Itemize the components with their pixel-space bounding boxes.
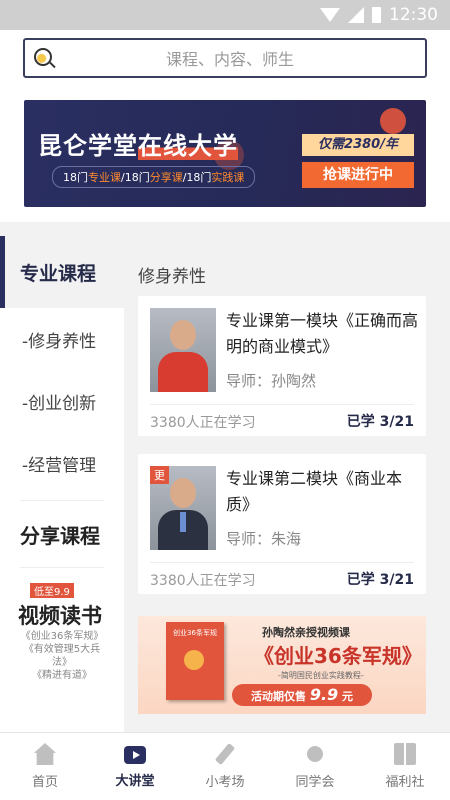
tab-classmates[interactable]: 同学会 [270,733,360,800]
course-teacher: 导师：朱海 [226,530,302,548]
course-progress: 已学 3/21 [346,572,414,588]
card-divider [150,404,414,405]
book-cover-title: 创业36条军规 [173,629,217,637]
battery-icon [372,7,381,23]
update-badge: 更 [150,466,169,484]
course-card[interactable]: 专业课第一模块《正确而高明的商业模式》 导师：孙陶然 3380人正在学习 已学 … [138,296,426,436]
tab-home[interactable]: 首页 [0,733,90,800]
search-placeholder: 课程、内容、师生 [165,50,294,69]
course-teacher: 导师：孙陶然 [226,372,317,390]
butterfly-icon [184,650,204,670]
promo-title: 视频读书 [18,604,102,628]
search-bar: 课程、内容、师生 [0,30,450,86]
tab-exam[interactable]: 小考场 [180,733,270,800]
banner-title-highlight: 在线大学 [138,132,238,160]
section-divider [0,222,450,236]
banner-sub-text: 分享课 [149,171,183,184]
ad-btn-text: 活动期仅售 [250,690,306,703]
tab-lecture-hall[interactable]: 大讲堂 [90,733,180,800]
tab-welfare[interactable]: 福利社 [360,733,450,800]
sidebar-divider [20,567,104,568]
pen-icon [214,743,236,765]
ad-buy-button[interactable]: 活动期仅售 9.9 元 [232,684,372,706]
sidebar-item-management[interactable]: -经营管理 [0,432,124,494]
promo-book: 《有效管理5大兵法》 [23,644,101,668]
sidebar-item-self-cultivation[interactable]: -修身养性 [0,308,124,370]
section-title: 修身养性 [138,267,206,287]
tab-label: 小考场 [205,775,245,790]
card-divider [150,562,414,563]
banner-sub-text: 专业课 [88,171,121,184]
course-card[interactable]: 更 专业课第二模块《商业本质》 导师：朱海 3380人正在学习 已学 3/21 [138,454,426,594]
bottom-tab-bar: 首页 大讲堂 小考场 同学会 福利社 [0,732,450,800]
tab-label: 首页 [31,775,58,790]
sidebar-video-reading[interactable]: 低至9.9 视频读书 《创业36条军规》 《有效管理5大兵法》 《精进有道》 [0,580,124,682]
person-head [170,478,196,508]
ad-subtitle: -简明国民创业实践教程- [278,671,364,680]
banner-title: 昆仑学堂在线大学 [38,126,238,161]
teacher-photo [150,308,216,392]
person-tie [180,512,186,532]
tab-label: 同学会 [295,775,335,790]
banner-decoration [380,108,406,134]
banner-sub-text: /18门 [182,171,212,184]
course-title: 专业课第一模块《正确而高明的商业模式》 [226,311,419,356]
banner-subtitle: 18门专业课/18门分享课/18门实践课 [52,166,256,188]
ad-btn-price: 9.9 [309,685,339,704]
wifi-icon [320,8,340,22]
promo-book: 《创业36条军规》 [20,631,104,642]
promo-book: 《精进有道》 [32,670,92,681]
banner-price: 仅需2380/年 [302,134,414,156]
banner-cta-button[interactable]: 抢课进行中 [302,162,414,188]
user-icon [304,743,326,765]
book-promo-ad[interactable]: 创业36条军规 孙陶然亲授视频课 《创业36条军规》 -简明国民创业实践教程- … [138,616,426,714]
promo-banner[interactable]: 昆仑学堂在线大学 18门专业课/18门分享课/18门实践课 仅需2380/年 抢… [24,100,426,207]
sidebar-item-professional-courses[interactable]: 专业课程 [0,236,124,308]
banner-sub-text: 实践课 [211,171,245,184]
course-progress: 已学 3/21 [346,414,414,430]
home-icon [34,743,56,765]
banner-sub-text: 18门 [63,171,88,184]
ad-btn-text: 元 [342,690,354,703]
category-sidebar: 专业课程 -修身养性 -创业创新 -经营管理 分享课程 低至9.9 视频读书 《… [0,236,124,732]
status-time: 12:30 [389,5,438,25]
teacher-photo: 更 [150,466,216,550]
course-title: 专业课第二模块《商业本质》 [226,469,403,514]
banner-title-part: 昆仑学堂 [38,132,138,160]
course-learners: 3380人正在学习 [150,415,256,431]
banner-sub-text: /18门 [121,171,150,184]
tab-label: 大讲堂 [115,774,155,789]
search-icon [34,48,52,66]
course-learners: 3380人正在学习 [150,573,256,589]
status-bar: 12:30 [0,0,450,30]
sidebar-item-share-courses[interactable]: 分享课程 [0,501,124,567]
ad-title: 《创业36条军规》 [254,644,422,668]
search-input[interactable]: 课程、内容、师生 [23,38,427,78]
video-icon [124,746,146,764]
person-head [170,320,196,350]
gift-icon [394,743,416,765]
signal-icon [348,7,364,23]
person-body [158,352,208,392]
course-list: 修身养性 专业课第一模块《正确而高明的商业模式》 导师：孙陶然 3380人正在学… [124,236,450,732]
book-cover: 创业36条军规 [166,622,224,700]
ad-heading: 孙陶然亲授视频课 [262,626,350,639]
sidebar-item-entrepreneurship[interactable]: -创业创新 [0,370,124,432]
tab-label: 福利社 [385,775,425,790]
promo-badge: 低至9.9 [30,583,74,598]
